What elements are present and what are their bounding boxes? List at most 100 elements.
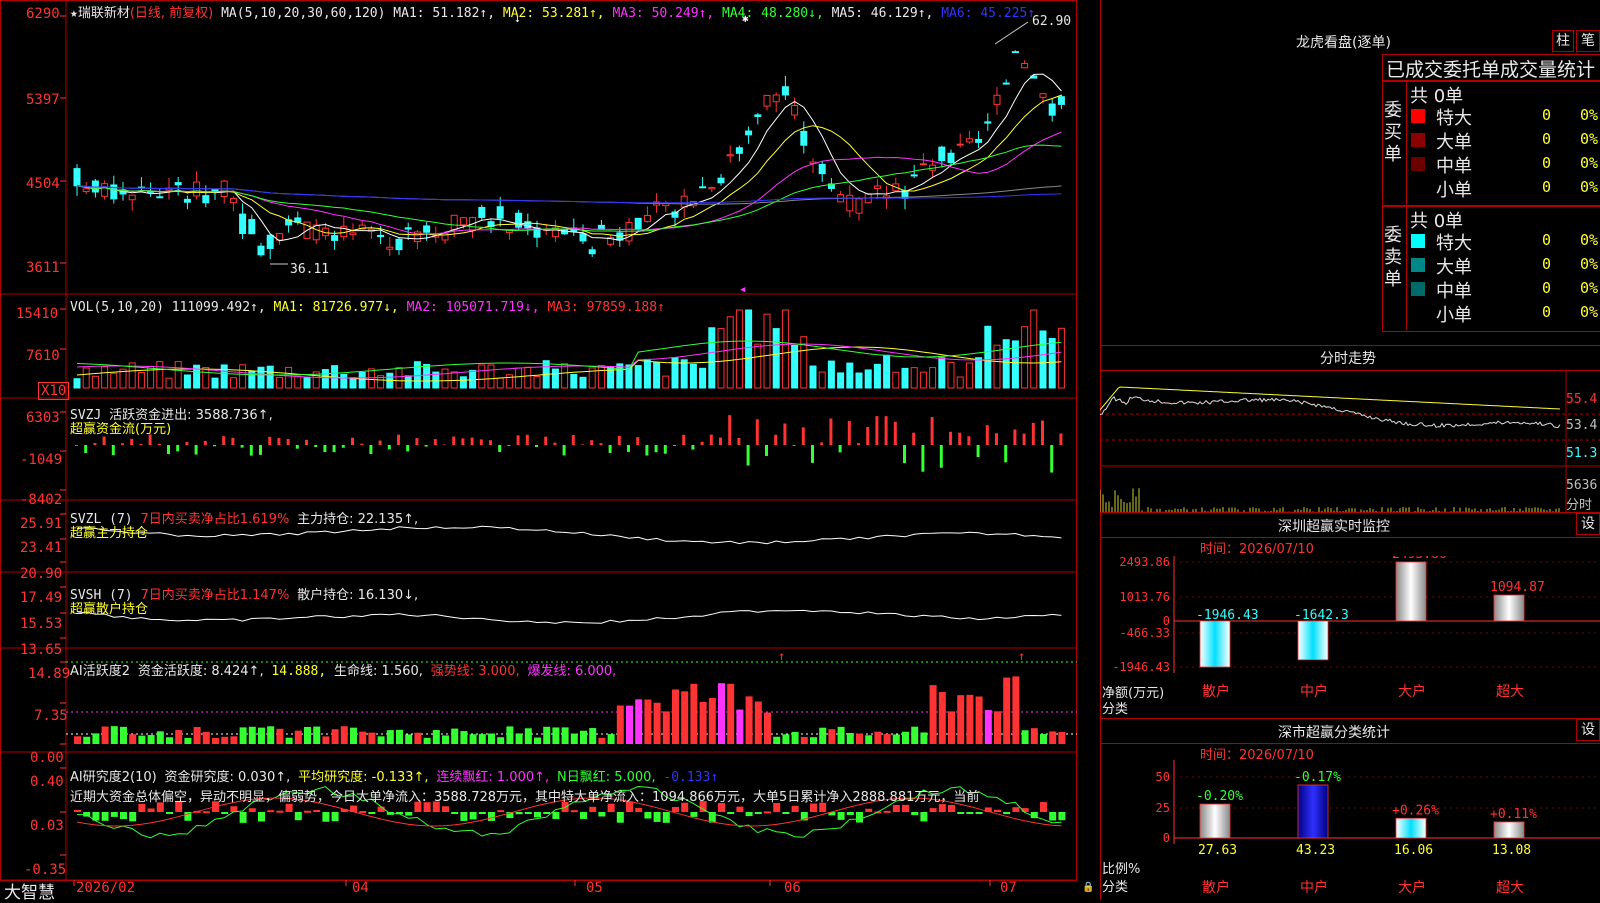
volume-bar: [1040, 331, 1046, 388]
ai-research-bar: [902, 805, 909, 812]
ai-active-bar: [175, 730, 182, 744]
ai-research-bar: [893, 805, 900, 812]
svzj-bar: [563, 445, 566, 455]
svzj-bar: [259, 445, 262, 455]
volume-bar: [341, 374, 347, 388]
longhu-header: 已成交委托单成交量统计: [1386, 55, 1600, 82]
buy-row-count-0: 0: [1542, 106, 1551, 124]
ai-research-l5: -0.133↑: [663, 770, 718, 785]
buy-swatch-3: [1411, 181, 1425, 195]
svzj-bar: [875, 416, 878, 445]
candle-body: [819, 164, 825, 173]
svzj-bar: [885, 416, 888, 445]
svzj-bar: [388, 445, 391, 449]
ai-research-bar: [543, 812, 550, 814]
candle-body: [350, 233, 356, 235]
svzj-bar: [158, 444, 161, 445]
ai-research-bar: [138, 804, 145, 812]
ai-research-bar: [313, 810, 320, 812]
ai-active-bar: [874, 732, 881, 744]
intraday-ytick-2: 53.4: [1566, 418, 1597, 433]
ai-active-bar: [736, 710, 743, 744]
ai-research-bar: [930, 808, 937, 812]
lock-icon[interactable]: 🔒: [1082, 882, 1094, 893]
svzj-bar: [93, 443, 96, 445]
bar-view-button[interactable]: 柱: [1552, 30, 1574, 52]
ai-active-bar: [792, 732, 799, 744]
star-icon: ★: [70, 6, 78, 21]
svzj-bar: [112, 445, 115, 455]
svzj-bar: [839, 445, 842, 452]
volume-bar: [644, 359, 650, 388]
ai-active-bar: [378, 736, 385, 744]
sell-side-label: 委卖单: [1384, 225, 1402, 291]
sell-swatch-3: [1411, 306, 1425, 320]
intraday-chart[interactable]: [1100, 370, 1600, 512]
sell-row-count-1: 0: [1542, 255, 1551, 273]
svzj-bar: [1041, 421, 1044, 445]
vol-ma2: MA2: 105071.719↓,: [407, 300, 540, 315]
ai-active-bar: [295, 731, 302, 744]
ai-active-bar: [690, 684, 697, 744]
volume-bar: [819, 372, 825, 388]
ai-active-bar: [985, 710, 992, 744]
ai-active-bar: [414, 733, 421, 744]
ai-active-bar: [433, 730, 440, 744]
bar-category-1: 中户: [1300, 879, 1328, 896]
ai-active-bar: [83, 737, 90, 744]
svzj-bar: [84, 445, 87, 453]
ai-active-label: AI活跃度2: [70, 664, 130, 679]
sell-swatch-0: [1411, 234, 1425, 248]
volume-bar: [838, 373, 844, 388]
svzj-bar: [1059, 433, 1062, 445]
volume-bar: [460, 377, 466, 388]
candle-body: [396, 239, 402, 249]
candle-body: [129, 195, 135, 200]
candle-body: [332, 236, 338, 241]
svzl-hold: 主力持仓: 22.135↑,: [297, 512, 418, 527]
svzj-bar: [1023, 434, 1026, 445]
main-chart-header: ★瑞联新材(日线, 前复权) MA(5,10,20,30,60,120) MA1…: [70, 2, 1035, 21]
svzl-ytick-1: 25.91: [20, 516, 62, 532]
svsh-ytick-1: 17.49: [20, 590, 62, 606]
volume-bar: [368, 369, 374, 388]
ai-research-bar: [286, 804, 293, 812]
buy-row-pct-3: 0%: [1580, 178, 1600, 196]
svzj-bar: [765, 445, 768, 456]
sz-monitor-settings-button[interactable]: 设: [1576, 513, 1600, 535]
ai-active-header: AI活跃度2 资金活跃度: 8.424↑, 14.888, 生命线: 1.560…: [70, 660, 616, 679]
ai-research-bar: [516, 812, 523, 814]
ai-arrow-1: ↑: [778, 649, 785, 663]
sz-class-settings-button[interactable]: 设: [1576, 719, 1600, 741]
svzj-bar: [241, 445, 244, 448]
candle-body: [230, 198, 236, 202]
ma6-value: MA6: 45.225↑: [941, 6, 1035, 21]
volume-bar: [1049, 339, 1055, 388]
ai-active-bar: [92, 733, 99, 744]
sz-class-chart: 7550250-0.20%散户-0.17%中户+0.26%大户+0.11%超大2…: [1100, 760, 1600, 900]
ai-research-bar: [258, 812, 265, 821]
candle-body: [313, 225, 319, 240]
ai-research-bar: [451, 812, 458, 814]
buy-row-count-2: 0: [1542, 154, 1551, 172]
ai-active-bar: [184, 738, 191, 744]
svzj-bar: [268, 437, 271, 445]
candle-body: [83, 189, 89, 192]
sell-row-count-3: 0: [1542, 303, 1551, 321]
tick-view-button[interactable]: 笔: [1576, 30, 1600, 52]
svzj-bar: [185, 442, 188, 445]
svzj-bar: [977, 445, 980, 457]
stock-terminal: ↓✱◀↑↑ ★瑞联新材(日线, 前复权) MA(5,10,20,30,60,12…: [0, 0, 1600, 900]
svzj-bar: [820, 442, 823, 445]
bar-label-1: -0.17%: [1294, 770, 1341, 785]
kline-chart-area[interactable]: ↓✱◀↑↑: [0, 0, 1100, 900]
sell-row-name-0: 特大: [1436, 229, 1472, 255]
volume-bar: [902, 368, 908, 388]
volume-bar: [617, 364, 623, 388]
chart-mode[interactable]: (日线, 前复权): [130, 6, 213, 21]
ai-research-bar: [552, 812, 559, 819]
candle-body: [966, 139, 972, 142]
svzj-bar: [195, 445, 198, 455]
svzj-bar: [710, 435, 713, 445]
ai-active-bar: [111, 726, 118, 744]
